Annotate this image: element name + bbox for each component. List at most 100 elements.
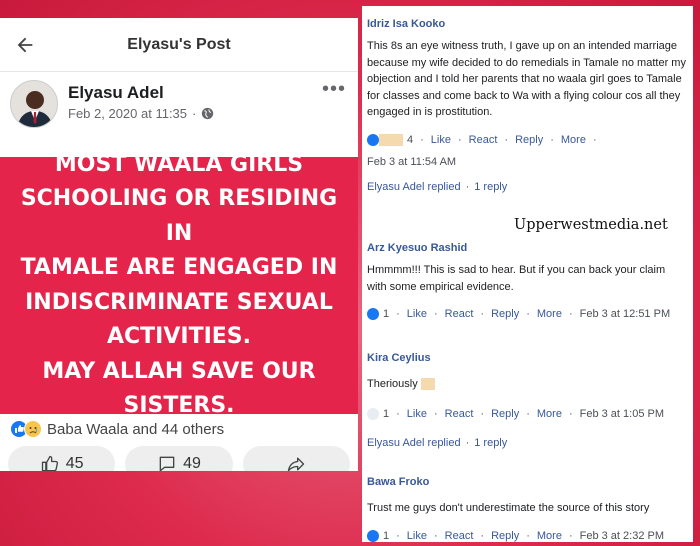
separator: · (433, 308, 438, 321)
like-reaction-icon (367, 308, 379, 321)
share-button[interactable] (242, 446, 350, 471)
author-name[interactable]: Elyasu Adel (68, 83, 164, 103)
post-timestamp[interactable]: Feb 2, 2020 at 11:35 (68, 106, 187, 121)
comment-author[interactable]: Kira Ceylius (367, 352, 687, 364)
react-link[interactable]: React (445, 303, 474, 325)
more-link[interactable]: More (537, 525, 562, 542)
comment-actions: 1 · Like · React · Reply · More · Feb 3 … (367, 303, 687, 325)
reply-link[interactable]: Reply (491, 403, 519, 425)
reply-link[interactable]: Reply (491, 525, 519, 542)
comment-actions: 1 · Like · React · Reply · More · Feb 3 … (367, 525, 687, 542)
avatar[interactable] (10, 80, 58, 128)
replies-link[interactable]: Elyasu Adel replied · 1 reply (367, 437, 687, 449)
separator: · (526, 529, 530, 542)
comment-text: This 8s an eye witness truth, I gave up … (367, 40, 686, 119)
post-header: Elyasu's Post (0, 18, 358, 72)
reaction-blur (379, 133, 403, 146)
separator: · (433, 529, 438, 542)
comment-text: Theriously (367, 376, 687, 393)
react-link[interactable]: React (445, 403, 474, 425)
comment-timestamp[interactable]: Feb 3 at 11:54 AM (367, 151, 456, 173)
banner-line: TAMALE ARE ENGAGED IN (20, 255, 338, 280)
sad-reaction-icon (24, 420, 42, 438)
separator: · (504, 133, 509, 146)
comment-timestamp[interactable]: Feb 3 at 12:51 PM (580, 303, 671, 325)
more-options-icon[interactable]: ••• (322, 78, 346, 101)
separator: · (480, 407, 485, 420)
reaction-icons (10, 420, 42, 438)
post-banner-text: MOST WAALA GIRLS SCHOOLING OR RESIDING I… (0, 152, 358, 418)
comment-item: Idriz Isa Kooko This 8s an eye witness t… (367, 18, 687, 193)
comment-author[interactable]: Idriz Isa Kooko (367, 18, 687, 30)
comment-item: Arz Kyesuo Rashid Hmmmm!!! This is sad t… (367, 242, 687, 325)
banner-line: MOST WAALA GIRLS (54, 151, 304, 177)
comment-author[interactable]: Arz Kyesuo Rashid (367, 242, 687, 254)
like-reaction-icon (367, 529, 379, 542)
reply-link[interactable]: Reply (491, 303, 519, 325)
separator: · (396, 529, 400, 542)
reply-count: 1 reply (474, 436, 508, 449)
more-link[interactable]: More (561, 129, 586, 151)
separator: · (550, 133, 554, 146)
separator: · (480, 308, 485, 321)
more-link[interactable]: More (537, 403, 562, 425)
replied-by: Elyasu Adel replied (367, 180, 461, 193)
comment-actions: 4 · Like · React · Reply · More · Feb 3 … (367, 129, 687, 173)
post-card: Elyasu's Post Elyasu Adel Feb 2, 2020 at… (0, 18, 358, 471)
back-arrow-icon[interactable] (14, 34, 36, 56)
comment-timestamp[interactable]: Feb 3 at 1:05 PM (580, 403, 664, 425)
emoji-blur (420, 378, 435, 391)
like-button[interactable]: 45 (8, 446, 116, 471)
comment-button[interactable]: 49 (125, 446, 233, 471)
replies-link[interactable]: Elyasu Adel replied · 1 reply (367, 181, 687, 193)
like-link[interactable]: Like (407, 403, 427, 425)
reaction-count: 1 (383, 407, 390, 420)
banner-line: INDISCRIMINATE SEXUAL (25, 289, 333, 315)
page-title: Elyasu's Post (127, 35, 231, 53)
separator: · (465, 180, 470, 193)
globe-icon (202, 107, 214, 120)
comment-item: Kira Ceylius Theriously 1 · Like · React… (367, 352, 687, 449)
more-link[interactable]: More (537, 303, 562, 325)
separator: · (592, 133, 597, 146)
banner-line: ACTIVITIES. (107, 324, 251, 349)
separator: · (457, 133, 462, 146)
comment-text-content: Theriously (367, 378, 418, 390)
comment-text: Trust me guys don't underestimate the so… (367, 502, 650, 514)
separator: · (526, 308, 530, 321)
reactions-summary[interactable]: Baba Waala and 44 others (0, 414, 358, 444)
banner-line: MAY ALLAH SAVE OUR (42, 358, 316, 384)
separator: · (465, 436, 470, 449)
watermark: Upperwestmedia.net (514, 217, 668, 233)
reaction-count: 1 (383, 308, 390, 321)
comment-bubble-icon (159, 456, 175, 471)
separator: · (396, 407, 400, 420)
like-link[interactable]: Like (431, 129, 451, 151)
separator: · (433, 407, 438, 420)
reaction-count: 4 (407, 133, 414, 146)
replied-by: Elyasu Adel replied (367, 436, 461, 449)
separator: · (420, 133, 424, 146)
like-link[interactable]: Like (407, 525, 427, 542)
post-actions: 45 49 (0, 446, 358, 471)
meta-separator: · (192, 106, 197, 121)
like-link[interactable]: Like (407, 303, 427, 325)
banner-line: SCHOOLING OR RESIDING IN (20, 186, 338, 246)
author-row: Elyasu Adel Feb 2, 2020 at 11:35 · ••• (0, 72, 358, 147)
like-count: 45 (65, 455, 84, 471)
post-meta: Feb 2, 2020 at 11:35 · (68, 106, 214, 121)
reply-count: 1 reply (474, 180, 508, 193)
separator: · (568, 407, 573, 420)
react-link[interactable]: React (469, 129, 498, 151)
reactions-text: Baba Waala and 44 others (47, 420, 225, 438)
comments-panel: Idriz Isa Kooko This 8s an eye witness t… (362, 6, 693, 542)
react-link[interactable]: React (445, 525, 474, 542)
separator: · (568, 308, 573, 321)
separator: · (526, 407, 530, 420)
reply-link[interactable]: Reply (515, 129, 543, 151)
like-reaction-icon (367, 133, 379, 146)
comment-author[interactable]: Bawa Froko (367, 476, 687, 488)
share-icon (288, 457, 305, 471)
comment-item: Bawa Froko Trust me guys don't underesti… (367, 476, 687, 542)
comment-timestamp[interactable]: Feb 3 at 2:32 PM (580, 525, 664, 542)
